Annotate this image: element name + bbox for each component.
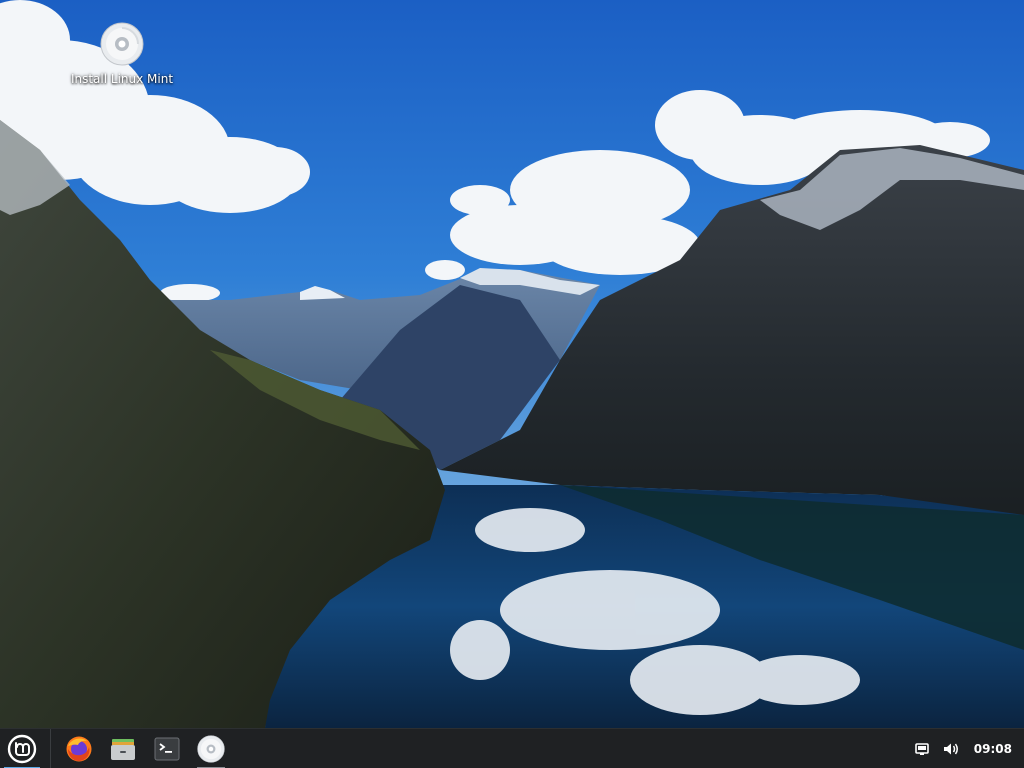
main-menu-button[interactable] <box>0 729 44 768</box>
network-wired-icon <box>914 742 929 755</box>
volume-icon <box>943 743 958 754</box>
network-applet[interactable] <box>908 729 936 768</box>
taskbar-panel: 09:08 <box>0 728 1024 768</box>
system-tray: 09:08 <box>908 729 1024 768</box>
firefox-launcher[interactable] <box>57 729 101 768</box>
disc-icon <box>197 734 225 763</box>
linux-mint-logo-icon <box>7 734 37 763</box>
terminal-launcher[interactable] <box>145 729 189 768</box>
desktop-wallpaper <box>0 0 1024 728</box>
panel-separator <box>50 728 51 768</box>
file-manager-icon <box>111 738 135 760</box>
terminal-icon <box>154 737 180 760</box>
desktop-icon-install-linux-mint[interactable]: Install Linux Mint <box>62 22 182 86</box>
firefox-icon <box>66 736 92 761</box>
file-manager-launcher[interactable] <box>101 729 145 768</box>
install-linux-mint-window-button[interactable] <box>189 729 233 768</box>
volume-applet[interactable] <box>936 729 966 768</box>
desktop-icon-label: Install Linux Mint <box>70 72 174 86</box>
desktop[interactable]: Install Linux Mint 09:08 <box>0 0 1024 768</box>
panel-clock[interactable]: 09:08 <box>966 742 1018 756</box>
disc-icon <box>100 22 144 66</box>
